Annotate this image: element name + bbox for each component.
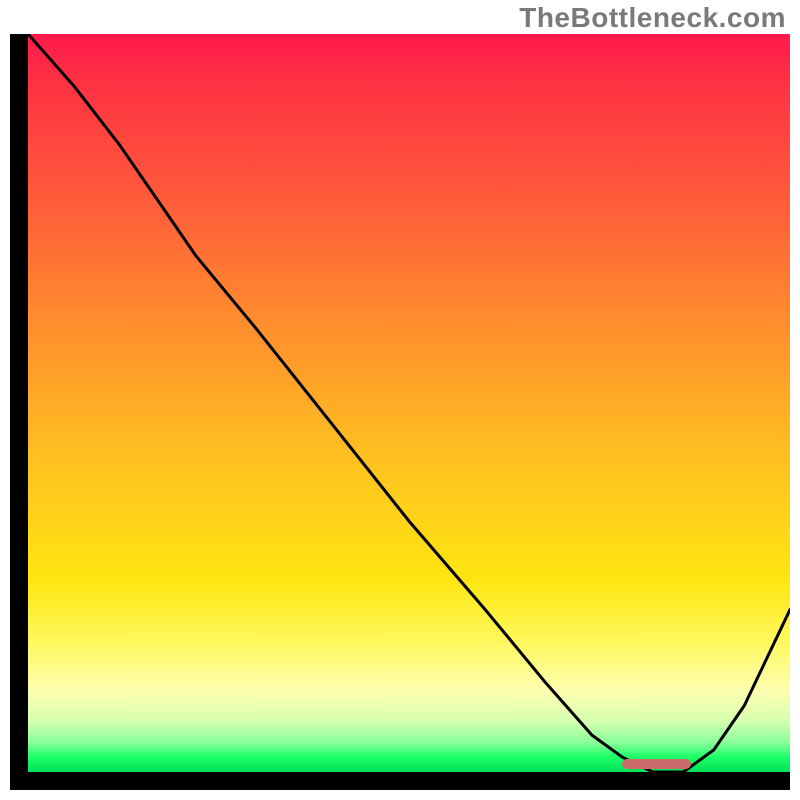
chart-container: TheBottleneck.com: [0, 0, 800, 800]
watermark-text: TheBottleneck.com: [519, 2, 786, 34]
optimal-range-marker: [622, 759, 691, 769]
plot-frame: [10, 34, 790, 790]
bottleneck-curve: [28, 34, 790, 772]
plot-area: [28, 34, 790, 772]
